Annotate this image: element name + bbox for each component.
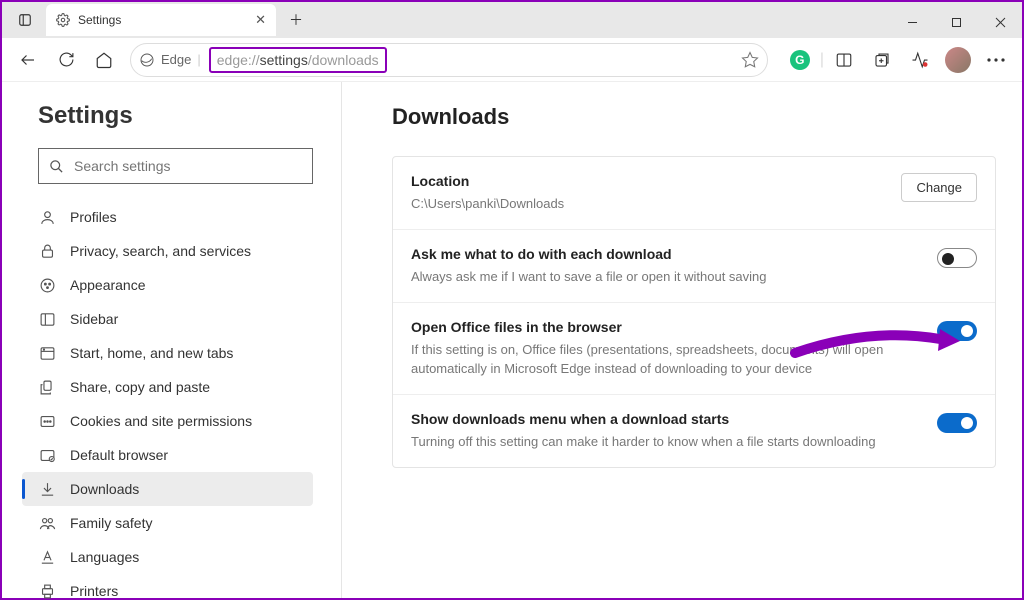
sidebar-item-appearance[interactable]: Appearance (22, 268, 313, 302)
sidebar-item-cookies-and-site-permissions[interactable]: Cookies and site permissions (22, 404, 313, 438)
health-icon[interactable] (902, 42, 938, 78)
office-sub: If this setting is on, Office files (pre… (411, 341, 921, 377)
toolbar: Edge | edge://settings/downloads G | (2, 38, 1022, 82)
ask-title: Ask me what to do with each download (411, 246, 921, 262)
ask-sub: Always ask me if I want to save a file o… (411, 268, 921, 286)
close-window-button[interactable] (978, 6, 1022, 38)
maximize-button[interactable] (934, 6, 978, 38)
nav-icon (38, 310, 56, 328)
nav-icon (38, 548, 56, 566)
search-input[interactable] (74, 158, 302, 174)
sidebar-item-label: Appearance (70, 277, 146, 293)
split-screen-icon[interactable] (826, 42, 862, 78)
location-title: Location (411, 173, 885, 189)
sidebar-item-family-safety[interactable]: Family safety (22, 506, 313, 540)
page-title: Downloads (392, 104, 996, 130)
sidebar-item-label: Privacy, search, and services (70, 243, 251, 259)
row-location: Location C:\Users\panki\Downloads Change (393, 157, 995, 229)
browser-tab[interactable]: Settings ✕ (46, 4, 276, 36)
sidebar-item-label: Sidebar (70, 311, 118, 327)
tab-title: Settings (78, 13, 247, 27)
avatar (945, 47, 971, 73)
minimize-button[interactable] (890, 6, 934, 38)
sidebar-item-downloads[interactable]: Downloads (22, 472, 313, 506)
url-highlight-box: edge://settings/downloads (209, 47, 387, 73)
sidebar-item-profiles[interactable]: Profiles (22, 200, 313, 234)
home-button[interactable] (86, 42, 122, 78)
sidebar-item-label: Downloads (70, 481, 139, 497)
sidebar-item-printers[interactable]: Printers (22, 574, 313, 608)
nav-icon (38, 412, 56, 430)
menu-sub: Turning off this setting can make it har… (411, 433, 921, 451)
address-bar[interactable]: Edge | edge://settings/downloads (130, 43, 768, 77)
sidebar-item-label: Cookies and site permissions (70, 413, 252, 429)
nav-icon (38, 276, 56, 294)
sidebar-item-default-browser[interactable]: Default browser (22, 438, 313, 472)
nav-icon (38, 480, 56, 498)
sidebar-heading: Settings (38, 102, 313, 130)
nav-icon (38, 208, 56, 226)
settings-nav: Profiles Privacy, search, and services App… (22, 200, 313, 608)
office-title: Open Office files in the browser (411, 319, 921, 335)
sidebar-item-label: Default browser (70, 447, 168, 463)
row-downloads-menu: Show downloads menu when a download star… (393, 394, 995, 467)
sidebar-item-share-copy-and-paste[interactable]: Share, copy and paste (22, 370, 313, 404)
url-text: edge://settings/downloads (217, 52, 379, 68)
sidebar-item-start-home-and-new-tabs[interactable]: Start, home, and new tabs (22, 336, 313, 370)
gear-icon (56, 13, 70, 27)
row-open-office: Open Office files in the browser If this… (393, 302, 995, 393)
sidebar-item-label: Share, copy and paste (70, 379, 210, 395)
edge-label: Edge (161, 52, 191, 67)
nav-icon (38, 446, 56, 464)
nav-icon (38, 242, 56, 260)
ask-toggle[interactable] (937, 248, 977, 268)
search-settings-box[interactable] (38, 148, 313, 184)
new-tab-button[interactable]: ＋ (282, 6, 310, 34)
content-area: Settings Profiles Privacy, search, and se… (2, 82, 1022, 598)
menu-title: Show downloads menu when a download star… (411, 411, 921, 427)
settings-sidebar: Settings Profiles Privacy, search, and se… (2, 82, 342, 598)
sidebar-item-label: Printers (70, 583, 118, 599)
nav-icon (38, 514, 56, 532)
favorite-icon[interactable] (741, 51, 759, 69)
nav-icon (38, 582, 56, 600)
location-path: C:\Users\panki\Downloads (411, 195, 885, 213)
sidebar-item-label: Languages (70, 549, 139, 565)
refresh-button[interactable] (48, 42, 84, 78)
profile-button[interactable] (940, 42, 976, 78)
collections-icon[interactable] (864, 42, 900, 78)
sidebar-item-label: Start, home, and new tabs (70, 345, 233, 361)
settings-main: Downloads Location C:\Users\panki\Downlo… (342, 82, 1022, 598)
nav-icon (38, 344, 56, 362)
sidebar-item-languages[interactable]: Languages (22, 540, 313, 574)
sidebar-item-label: Family safety (70, 515, 152, 531)
more-menu-button[interactable] (978, 42, 1014, 78)
titlebar: Settings ✕ ＋ (2, 2, 1022, 38)
edge-icon (139, 52, 155, 68)
change-location-button[interactable]: Change (901, 173, 977, 202)
settings-card: Location C:\Users\panki\Downloads Change… (392, 156, 996, 468)
close-tab-button[interactable]: ✕ (255, 12, 266, 28)
row-ask-download: Ask me what to do with each download Alw… (393, 229, 995, 302)
site-identity[interactable]: Edge | (139, 52, 201, 68)
search-icon (49, 159, 64, 174)
back-button[interactable] (10, 42, 46, 78)
nav-icon (38, 378, 56, 396)
extension-grammarly-icon[interactable]: G (782, 42, 818, 78)
sidebar-item-label: Profiles (70, 209, 117, 225)
sidebar-item-privacy-search-and-services[interactable]: Privacy, search, and services (22, 234, 313, 268)
office-toggle[interactable] (937, 321, 977, 341)
downloads-menu-toggle[interactable] (937, 413, 977, 433)
tab-actions-button[interactable] (10, 5, 40, 35)
sidebar-item-sidebar[interactable]: Sidebar (22, 302, 313, 336)
